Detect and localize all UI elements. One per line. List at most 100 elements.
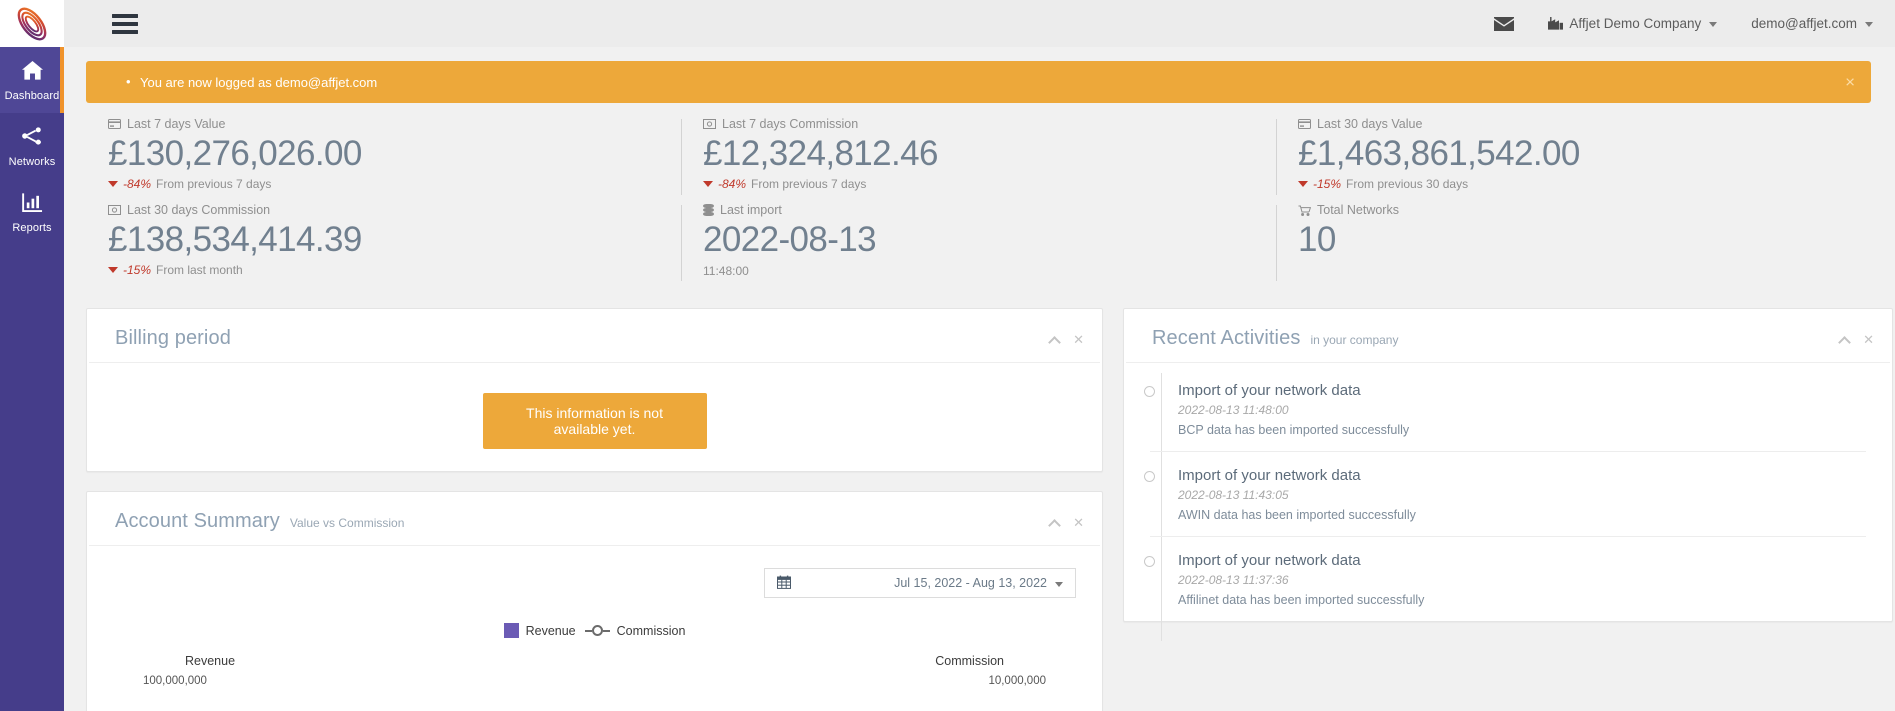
stat-label: Last 7 days Value <box>127 117 226 131</box>
stat-value: £138,534,414.39 <box>108 220 362 259</box>
panel-subtitle: in your company <box>1310 333 1399 347</box>
triangle-down-icon <box>703 181 713 187</box>
chart-axis-ticks: 100,000,000 10,000,000 <box>113 675 1076 687</box>
stat-card-last7-value: Last 7 days Value £130,276,026.00 -84% F… <box>86 117 681 203</box>
stat-label: Last 30 days Commission <box>127 203 271 217</box>
topbar-actions: Affjet Demo Company demo@affjet.com <box>1494 16 1895 31</box>
sidebar-label-dashboard: Dashboard <box>4 90 60 102</box>
database-icon <box>703 204 714 216</box>
close-icon[interactable]: ✕ <box>1863 333 1874 346</box>
list-item[interactable]: Import of your network data 2022-08-13 1… <box>1144 452 1866 537</box>
legend-label: Commission <box>616 623 686 638</box>
chevron-up-icon[interactable] <box>1048 516 1061 532</box>
panel-tools: ✕ <box>1048 516 1084 532</box>
stat-card-last7-commission: Last 7 days Commission £12,324,812.46 -8… <box>681 117 1276 203</box>
axis-title-left: Revenue <box>185 654 236 668</box>
list-item[interactable]: Import of your network data 2022-08-13 1… <box>1144 367 1866 452</box>
sidebar-label-networks: Networks <box>8 156 56 168</box>
stat-subtext: 11:48:00 <box>703 264 749 278</box>
activity-description: AWIN data has been imported successfully <box>1178 508 1416 522</box>
chevron-up-icon[interactable] <box>1048 333 1061 349</box>
panel-title: Account Summary <box>115 510 280 532</box>
sidebar-item-dashboard[interactable]: Dashboard <box>0 47 64 113</box>
close-icon[interactable]: × <box>1845 74 1855 91</box>
left-column: Billing period ✕ This information is not… <box>86 308 1103 711</box>
stat-delta-text: From previous 30 days <box>1346 177 1469 191</box>
main-content: You are now logged as demo@affjet.com × … <box>64 47 1895 711</box>
panel-header: Account Summary Value vs Commission ✕ <box>89 492 1100 546</box>
stats-grid: Last 7 days Value £130,276,026.00 -84% F… <box>86 117 1871 289</box>
stat-delta-text: From last month <box>156 263 243 277</box>
topbar: Affjet Demo Company demo@affjet.com <box>64 0 1895 47</box>
triangle-down-icon <box>108 267 118 273</box>
share-nodes-icon <box>0 125 64 147</box>
credit-card-icon <box>1298 119 1311 129</box>
calendar-icon <box>777 575 791 592</box>
stat-delta-pct: -84% <box>718 177 747 191</box>
legend-line-circle-icon <box>584 625 610 636</box>
stat-label: Last 7 days Commission <box>722 117 859 131</box>
stat-header: Last 7 days Commission <box>703 117 1276 131</box>
daterange-row: Jul 15, 2022 - Aug 13, 2022 <box>113 568 1076 598</box>
activity-title: Import of your network data <box>1178 467 1361 484</box>
panel-tools: ✕ <box>1048 333 1084 349</box>
stat-value: £130,276,026.00 <box>108 134 362 173</box>
panel-tools: ✕ <box>1838 333 1874 349</box>
account-summary-panel: Account Summary Value vs Commission ✕ Ju… <box>86 491 1103 711</box>
user-email: demo@affjet.com <box>1751 16 1857 31</box>
stat-delta: -15% From last month <box>108 263 681 277</box>
stat-header: Last import <box>703 203 1276 217</box>
sidebar-item-reports[interactable]: Reports <box>0 179 64 245</box>
billing-period-panel: Billing period ✕ This information is not… <box>86 308 1103 472</box>
timeline-dot-icon <box>1144 386 1155 397</box>
list-item[interactable]: Import of your network data 2022-08-13 1… <box>1144 537 1866 621</box>
timeline-dot-icon <box>1144 556 1155 567</box>
stat-delta-text: From previous 7 days <box>156 177 272 191</box>
panel-subtitle: Value vs Commission <box>289 516 405 530</box>
stat-delta-pct: -84% <box>123 177 152 191</box>
activity-description: Affilinet data has been imported success… <box>1178 593 1425 607</box>
user-menu[interactable]: demo@affjet.com <box>1751 16 1873 31</box>
timeline-dot-icon <box>1144 471 1155 482</box>
stat-value: 2022-08-13 <box>703 220 877 259</box>
billing-period-body: This information is not available yet. <box>87 363 1102 471</box>
chevron-up-icon[interactable] <box>1838 333 1851 349</box>
home-icon <box>0 59 64 81</box>
daterange-picker[interactable]: Jul 15, 2022 - Aug 13, 2022 <box>764 568 1076 598</box>
axis-tick-left: 100,000,000 <box>143 675 207 687</box>
affjet-logo-icon <box>17 7 47 40</box>
panel-header: Recent Activities in your company ✕ <box>1126 309 1890 363</box>
stat-value: £12,324,812.46 <box>703 134 939 173</box>
envelope-icon[interactable] <box>1494 16 1515 31</box>
chevron-down-icon <box>1865 22 1873 27</box>
app-logo[interactable] <box>0 0 64 47</box>
hamburger-icon[interactable] <box>112 13 138 34</box>
axis-tick-right: 10,000,000 <box>988 675 1046 687</box>
activities-list: Import of your network data 2022-08-13 1… <box>1124 363 1892 641</box>
close-icon[interactable]: ✕ <box>1073 333 1084 346</box>
activity-timestamp: 2022-08-13 11:37:36 <box>1178 573 1289 587</box>
stat-card-last30-commission: Last 30 days Commission £138,534,414.39 … <box>86 203 681 289</box>
chart-legend: Revenue Commission <box>113 623 1076 638</box>
stat-value: 10 <box>1298 220 1336 259</box>
legend-swatch-icon <box>503 623 519 638</box>
activity-timestamp: 2022-08-13 11:48:00 <box>1178 403 1289 417</box>
stat-card-last-import: Last import 2022-08-13 11:48:00 <box>681 203 1276 289</box>
stat-header: Last 7 days Value <box>108 117 681 131</box>
chevron-down-icon <box>1055 581 1063 587</box>
stat-delta: -15% From previous 30 days <box>1298 177 1871 191</box>
sidebar: Dashboard Networks Reports <box>0 0 64 711</box>
legend-item-revenue[interactable]: Revenue <box>503 623 576 638</box>
status-badge: This information is not available yet. <box>482 393 707 449</box>
close-icon[interactable]: ✕ <box>1073 516 1084 529</box>
bar-chart-icon <box>0 191 64 213</box>
sidebar-item-networks[interactable]: Networks <box>0 113 64 179</box>
stat-delta: -84% From previous 7 days <box>703 177 1276 191</box>
stat-delta-pct: -15% <box>1313 177 1342 191</box>
legend-item-commission[interactable]: Commission <box>584 623 686 638</box>
account-summary-body: Jul 15, 2022 - Aug 13, 2022 Revenue Comm… <box>87 546 1102 711</box>
activity-title: Import of your network data <box>1178 382 1361 399</box>
panel-title: Recent Activities <box>1152 327 1301 349</box>
company-selector[interactable]: Affjet Demo Company <box>1548 16 1718 31</box>
chevron-down-icon <box>1709 22 1718 27</box>
